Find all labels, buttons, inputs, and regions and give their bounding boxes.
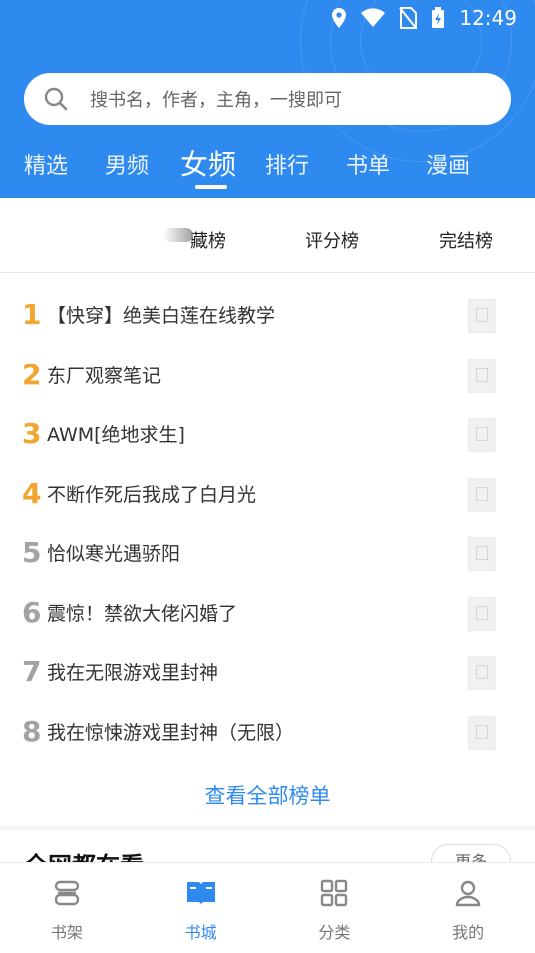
nav-bookshelf[interactable]: 书架 bbox=[0, 863, 134, 953]
book-cover-placeholder bbox=[468, 358, 496, 393]
ranking-row[interactable]: 7 我在无限游戏里封神 bbox=[0, 642, 535, 702]
book-cover-placeholder bbox=[468, 596, 496, 631]
search-placeholder: 搜书名，作者，主角，一搜即可 bbox=[90, 90, 342, 111]
book-cover-placeholder bbox=[468, 715, 496, 750]
book-cover-placeholder bbox=[468, 537, 496, 571]
book-cover-placeholder bbox=[468, 299, 496, 333]
rank-number: 7 bbox=[22, 655, 42, 688]
book-title: AWM[绝地求生] bbox=[47, 424, 185, 446]
subtab-collect[interactable]: 藏榜 bbox=[190, 227, 226, 253]
book-title: 恰似寒光遇骄阳 bbox=[47, 543, 181, 565]
nav-profile[interactable]: 我的 bbox=[401, 863, 535, 953]
book-cover-placeholder bbox=[468, 418, 496, 452]
location-icon bbox=[332, 8, 347, 28]
user-icon bbox=[455, 880, 481, 907]
nav-label: 书城 bbox=[184, 923, 217, 942]
nav-category[interactable]: 分类 bbox=[268, 863, 402, 953]
ranking-row[interactable]: 4 不断作死后我成了白月光 bbox=[0, 464, 535, 524]
bookshelf-icon bbox=[54, 880, 80, 906]
tab-male[interactable]: 男频 bbox=[105, 148, 149, 180]
nav-bookstore[interactable]: 书城 bbox=[134, 863, 268, 953]
search-bar[interactable]: 搜书名，作者，主角，一搜即可 bbox=[24, 73, 511, 125]
ranking-row[interactable]: 2 东厂观察笔记 bbox=[0, 345, 535, 405]
tab-ranking[interactable]: 排行 bbox=[265, 148, 309, 180]
nav-label: 书架 bbox=[50, 923, 83, 942]
tab-female[interactable]: 女频 bbox=[180, 143, 236, 183]
active-tab-indicator bbox=[195, 185, 227, 189]
grid-icon bbox=[321, 879, 348, 907]
rank-number: 1 bbox=[22, 298, 42, 331]
status-time: 12:49 bbox=[459, 6, 517, 30]
bottom-nav: 书架 书城 分类 我的 bbox=[0, 862, 535, 953]
ranking-list: 1 【快穿】绝美白莲在线教学 2 东厂观察笔记 3 AWM[绝地求生] 4 不断… bbox=[0, 285, 535, 761]
book-cover-placeholder bbox=[468, 656, 496, 690]
book-open-icon bbox=[186, 882, 215, 905]
wifi-icon bbox=[361, 8, 386, 27]
no-sim-icon bbox=[399, 7, 418, 29]
rank-number: 3 bbox=[22, 417, 42, 450]
ranking-row[interactable]: 6 震惊！禁欲大佬闪婚了 bbox=[0, 583, 535, 643]
tab-booklist[interactable]: 书单 bbox=[346, 148, 390, 180]
category-tabs: 精选 男频 女频 排行 书单 漫画 bbox=[0, 140, 535, 190]
ranking-subtabs: 藏榜 评分榜 完结榜 bbox=[0, 214, 535, 272]
book-title: 不断作死后我成了白月光 bbox=[47, 483, 257, 506]
book-title: 【快穿】绝美白莲在线教学 bbox=[47, 305, 276, 327]
rank-number: 2 bbox=[22, 357, 42, 391]
book-title: 我在惊悚游戏里封神（无限） bbox=[47, 721, 295, 744]
tab-featured[interactable]: 精选 bbox=[24, 148, 68, 180]
view-all-rankings-link[interactable]: 查看全部榜单 bbox=[0, 780, 535, 810]
subtab-completed[interactable]: 完结榜 bbox=[439, 227, 493, 253]
scroll-fade bbox=[163, 228, 193, 242]
ranking-row[interactable]: 8 我在惊悚游戏里封神（无限） bbox=[0, 702, 535, 762]
rank-number: 6 bbox=[22, 595, 42, 629]
status-bar: 12:49 bbox=[0, 0, 535, 40]
ranking-row[interactable]: 3 AWM[绝地求生] bbox=[0, 404, 535, 464]
nav-label: 我的 bbox=[452, 923, 485, 942]
rank-number: 5 bbox=[22, 536, 42, 569]
battery-charging-icon bbox=[432, 7, 445, 28]
ranking-row[interactable]: 5 恰似寒光遇骄阳 bbox=[0, 523, 535, 583]
book-title: 我在无限游戏里封神 bbox=[47, 662, 219, 684]
app-header: 12:49 搜书名，作者，主角，一搜即可 精选 男频 女频 排行 书单 漫画 bbox=[0, 0, 535, 198]
subtab-rating[interactable]: 评分榜 bbox=[305, 227, 359, 253]
search-icon bbox=[44, 87, 68, 111]
book-cover-placeholder bbox=[468, 477, 496, 512]
book-title: 东厂观察笔记 bbox=[47, 364, 162, 387]
nav-label: 分类 bbox=[318, 923, 351, 942]
tab-comics[interactable]: 漫画 bbox=[426, 148, 470, 180]
ranking-row[interactable]: 1 【快穿】绝美白莲在线教学 bbox=[0, 285, 535, 345]
rank-number: 4 bbox=[22, 476, 42, 510]
book-title: 震惊！禁欲大佬闪婚了 bbox=[47, 602, 238, 625]
rank-number: 8 bbox=[22, 714, 42, 748]
divider bbox=[0, 272, 535, 273]
